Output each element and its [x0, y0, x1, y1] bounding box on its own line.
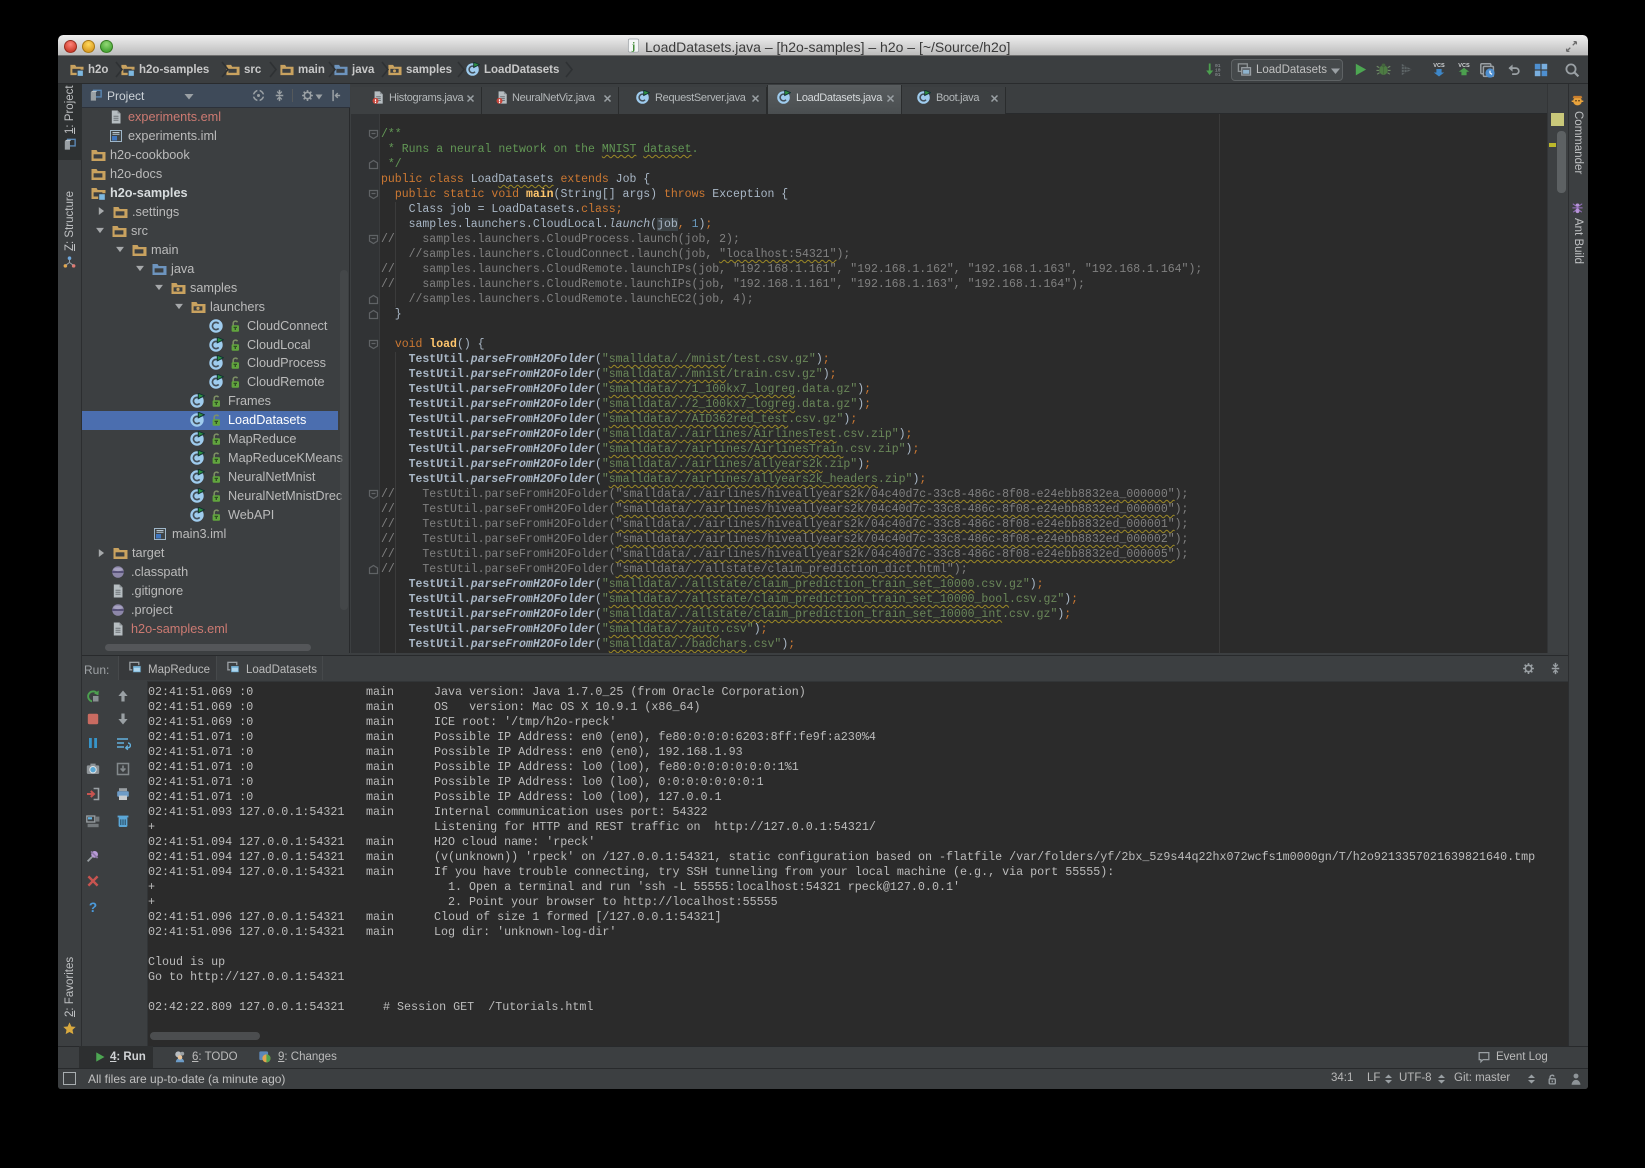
svg-text:01: 01: [1215, 72, 1221, 78]
svg-text:?: ?: [89, 900, 97, 915]
svg-text:j: j: [631, 42, 635, 53]
svg-text:VCS: VCS: [1433, 63, 1445, 69]
